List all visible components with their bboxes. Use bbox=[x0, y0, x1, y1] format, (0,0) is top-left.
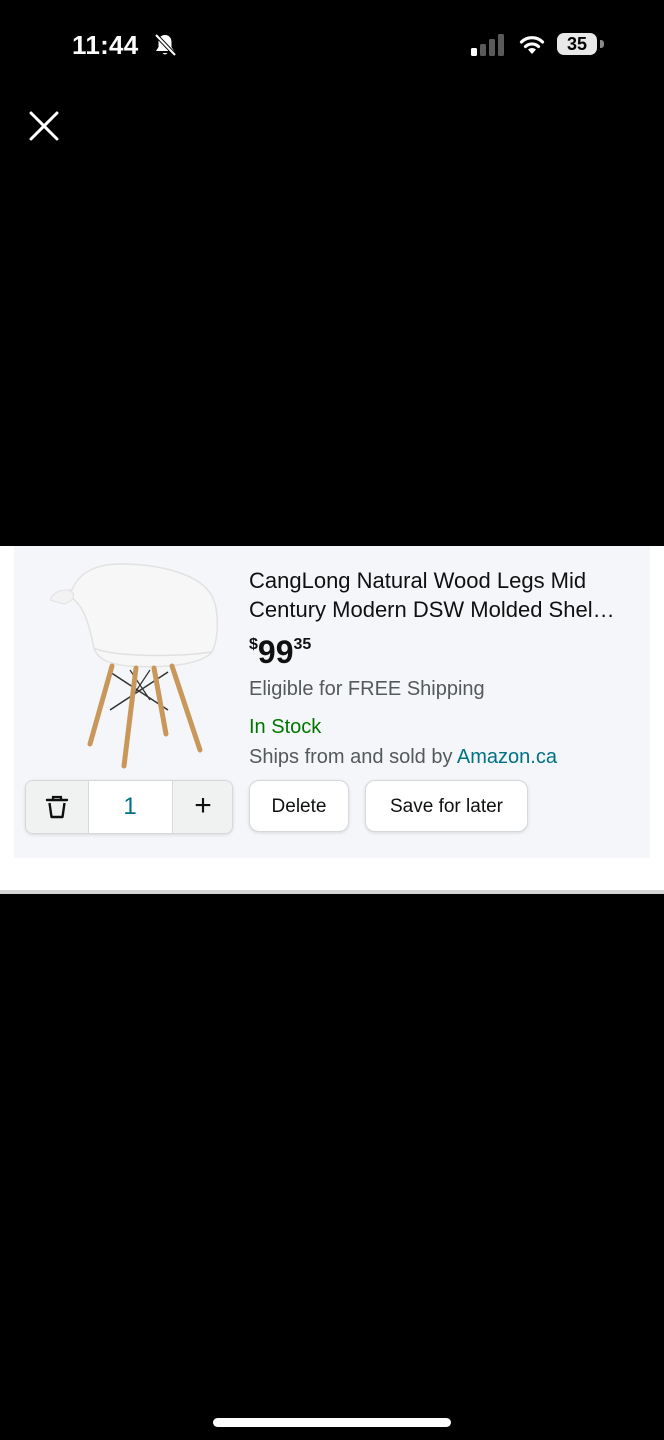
status-bar: 11:44 35 bbox=[0, 0, 664, 90]
cart-item-panel: CangLong Natural Wood Legs Mid Century M… bbox=[0, 546, 664, 894]
quantity-increase-button[interactable]: + bbox=[172, 781, 232, 833]
save-for-later-button[interactable]: Save for later bbox=[365, 780, 528, 832]
price-whole: 99 bbox=[257, 634, 294, 670]
shipping-eligibility: Eligible for FREE Shipping bbox=[249, 678, 485, 700]
close-icon[interactable] bbox=[24, 106, 64, 146]
quantity-stepper: 1 + bbox=[25, 780, 233, 834]
battery-icon: 35 bbox=[557, 33, 597, 55]
price-currency-symbol: $ bbox=[249, 636, 258, 653]
product-title[interactable]: CangLong Natural Wood Legs Mid Century M… bbox=[249, 566, 641, 624]
delete-button[interactable]: Delete bbox=[249, 780, 349, 832]
price-fraction: 35 bbox=[293, 636, 312, 653]
battery-tip bbox=[600, 40, 604, 48]
home-indicator[interactable] bbox=[213, 1418, 451, 1427]
quantity-value[interactable]: 1 bbox=[89, 781, 171, 833]
bell-slash-icon bbox=[154, 33, 177, 57]
product-title-line-1: CangLong Natural Wood Legs Mid bbox=[249, 568, 587, 593]
seller-prefix: Ships from and sold by bbox=[249, 746, 457, 768]
seller-info: Ships from and sold by Amazon.ca bbox=[249, 746, 557, 769]
product-price: $9935 bbox=[249, 634, 311, 671]
stock-status: In Stock bbox=[249, 716, 322, 738]
trash-icon bbox=[45, 795, 69, 819]
wifi-icon bbox=[519, 36, 545, 54]
product-image[interactable] bbox=[50, 560, 230, 774]
product-title-line-2: Century Modern DSW Molded Shel… bbox=[249, 597, 615, 622]
seller-link[interactable]: Amazon.ca bbox=[457, 746, 557, 768]
battery-level: 35 bbox=[566, 34, 588, 54]
signal-icon bbox=[471, 34, 504, 56]
cart-item-card: CangLong Natural Wood Legs Mid Century M… bbox=[14, 546, 650, 858]
status-time: 11:44 bbox=[72, 30, 139, 60]
remove-item-button[interactable] bbox=[26, 781, 89, 833]
panel-divider bbox=[0, 890, 664, 894]
